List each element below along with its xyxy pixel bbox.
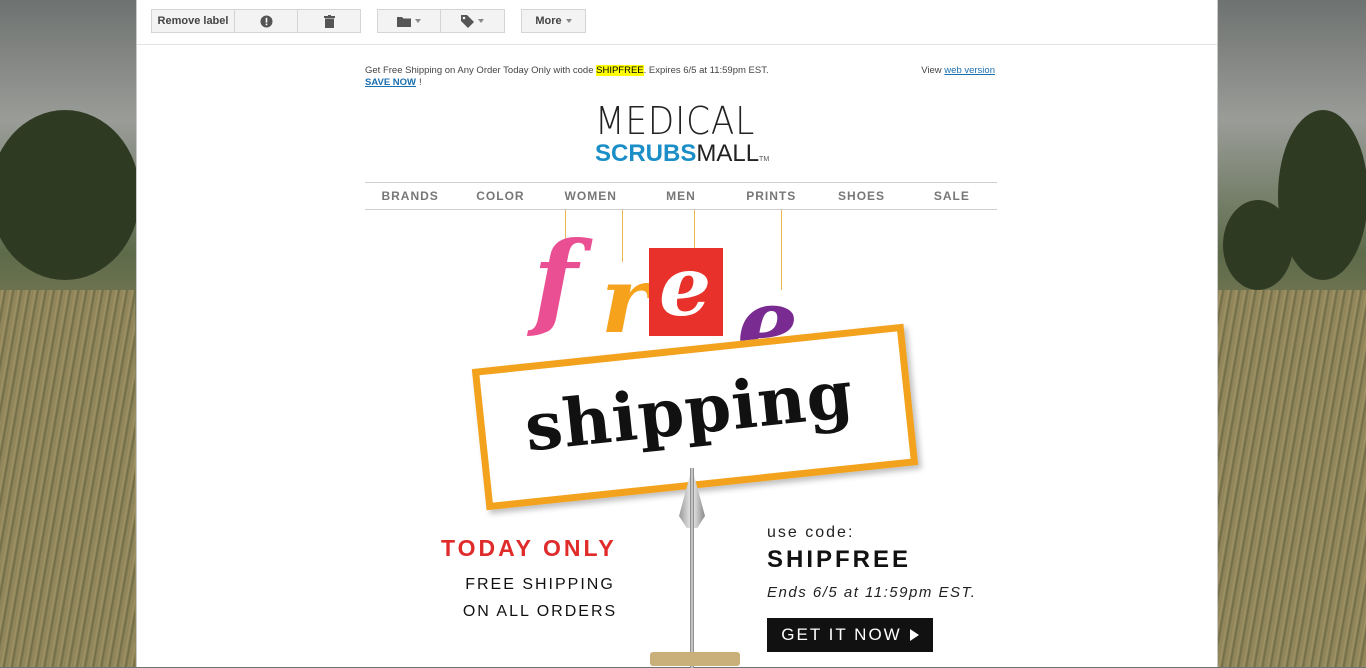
report-spam-button[interactable] [234,9,298,33]
tree-shape [0,110,140,280]
email-body: Get Free Shipping on Any Order Today Onl… [365,62,997,668]
category-nav: BRANDS COLOR WOMEN MEN PRINTS SHOES SALE [365,182,997,210]
promo-code: SHIPFREE [767,546,912,573]
save-now-link[interactable]: SAVE NOW [365,77,416,88]
hero-letter-r: r [601,246,650,354]
grass-field [0,290,135,667]
logo-scrubs-mall: SCRUBSMALLTM [595,142,769,172]
use-code-label: use code: [767,524,855,541]
mail-toolbar: Remove label More [137,0,1217,45]
nav-item-sale[interactable]: SALE [907,183,997,209]
logo-mall: MALL [696,140,760,167]
cta-label: GET IT NOW [781,625,902,644]
labels-button[interactable] [440,9,505,33]
stand-base [650,652,740,666]
chevron-down-icon [565,19,572,23]
play-arrow-icon [909,629,919,641]
view-prefix: View [921,65,945,76]
preheader-text: Get Free Shipping on Any Order Today Onl… [365,65,769,76]
preheader-code: SHIPFREE [596,65,644,76]
brand-logo[interactable]: MEDICAL SCRUBSMALLTM [595,99,775,166]
desktop-background-right [1218,0,1366,667]
free-shipping-hero[interactable]: f r e e shipping TODAY ONLY FREE SHIPPIN… [365,210,997,668]
web-version-link[interactable]: web version [944,65,995,76]
logo-trademark: TM [759,156,770,163]
chevron-down-icon [478,19,484,23]
nav-item-shoes[interactable]: SHOES [816,183,906,209]
today-only-heading: TODAY ONLY [441,535,617,561]
email-preheader: Get Free Shipping on Any Order Today Onl… [365,62,997,92]
free-line-1: FREE SHIPPING [465,576,615,593]
nav-item-men[interactable]: MEN [636,183,726,209]
move-to-button[interactable] [377,9,441,33]
sign-stand [690,468,694,668]
remove-label-button[interactable]: Remove label [151,9,235,33]
view-web-version: View web version [921,65,995,76]
nav-item-brands[interactable]: BRANDS [365,183,455,209]
toolbar-group-actions: Remove label [151,9,361,33]
get-it-now-button[interactable]: GET IT NOW [767,618,933,652]
grass-field [1218,290,1366,667]
more-label: More [535,15,562,27]
logo-scrubs: SCRUBS [595,140,697,167]
free-line-2: ON ALL ORDERS [462,603,618,620]
nav-item-prints[interactable]: PRINTS [726,183,816,209]
email-panel: Remove label More Get Free Shipping on A… [136,0,1218,668]
tree-shape [1223,200,1293,290]
shipping-word: shipping [521,354,858,467]
delete-button[interactable] [297,9,361,33]
report-spam-icon [260,15,272,27]
hero-letter-f: f [533,218,578,341]
more-button[interactable]: More [521,9,586,33]
chevron-down-icon [415,19,421,23]
preheader-intro: Get Free Shipping on Any Order Today Onl… [365,65,597,76]
logo-medical: MEDICAL [595,99,756,143]
save-now-punct: ! [419,77,422,88]
toolbar-group-organize [377,9,505,33]
desktop-background-left [0,0,140,667]
folder-icon [397,16,411,27]
toolbar-group-more: More [521,9,586,33]
delete-icon [323,14,335,28]
promo-expiry: Ends 6/5 at 11:59pm EST. [767,584,977,601]
hero-letter-e: e [659,239,712,335]
preheader-expiry: . Expires 6/5 at 11:59pm EST. [643,65,769,76]
label-icon [461,14,474,28]
free-shipping-all-orders: FREE SHIPPING ON ALL ORDERS [445,571,635,625]
nav-item-women[interactable]: WOMEN [546,183,636,209]
nav-item-color[interactable]: COLOR [455,183,545,209]
